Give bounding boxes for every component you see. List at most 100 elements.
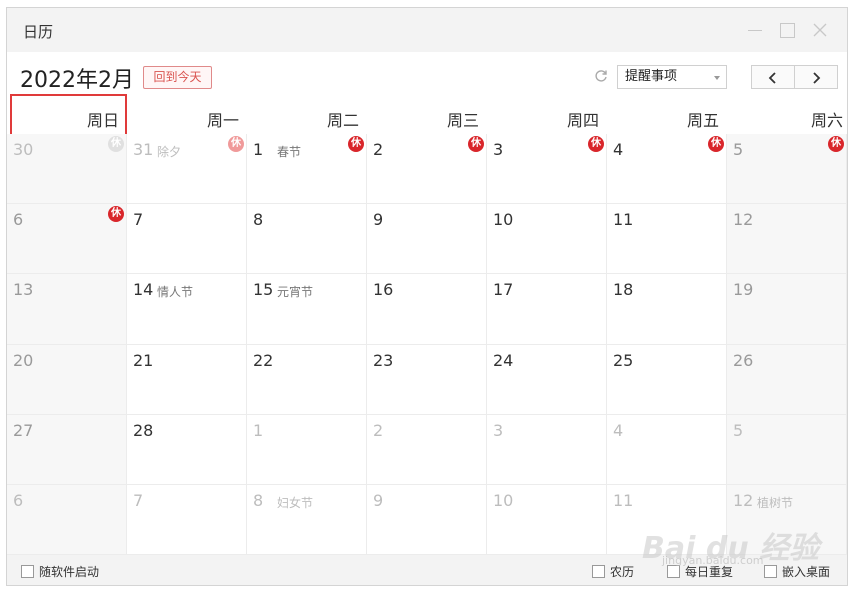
day-number: 7	[133, 210, 144, 229]
day-cell[interactable]: 18	[607, 274, 727, 345]
day-cell[interactable]: 4休	[607, 134, 727, 204]
toolbar: 2022年2月 回到今天 提醒事项	[7, 52, 847, 98]
day-cell[interactable]: 10	[487, 485, 607, 555]
festival-label: 情人节	[157, 285, 194, 299]
day-cell[interactable]: 1	[247, 415, 367, 485]
day-cell[interactable]: 27	[7, 415, 127, 485]
day-cell[interactable]: 6	[7, 485, 127, 555]
day-cell[interactable]: 25	[607, 345, 727, 415]
previous-month-button[interactable]	[751, 65, 795, 89]
day-number: 10	[493, 210, 514, 229]
day-cell[interactable]: 12	[727, 204, 847, 274]
day-number: 27	[13, 421, 34, 440]
day-number: 26	[733, 351, 754, 370]
day-cell[interactable]: 20	[7, 345, 127, 415]
back-to-today-button[interactable]: 回到今天	[143, 66, 212, 89]
lunar-checkbox[interactable]: 农历	[592, 563, 634, 580]
checkbox-box	[764, 565, 777, 578]
title-bar: 日历	[7, 8, 847, 52]
day-number: 4	[613, 421, 624, 440]
day-cell[interactable]: 9	[367, 204, 487, 274]
day-number: 5	[733, 140, 744, 159]
day-cell[interactable]: 15 元宵节	[247, 274, 367, 345]
day-number: 2	[373, 421, 384, 440]
holiday-badge: 休	[348, 136, 364, 152]
day-number: 30	[13, 140, 34, 159]
next-month-button[interactable]	[794, 65, 838, 89]
holiday-badge: 休	[828, 136, 844, 152]
checkbox-box	[21, 565, 34, 578]
day-cell[interactable]: 14 情人节	[127, 274, 247, 345]
day-number: 7	[133, 491, 144, 510]
day-number: 10	[493, 491, 514, 510]
weekday-label: 周二	[326, 111, 359, 130]
day-number: 28	[133, 421, 154, 440]
day-cell[interactable]: 24	[487, 345, 607, 415]
festival-label: 元宵节	[277, 285, 314, 299]
day-cell[interactable]: 13	[7, 274, 127, 345]
day-number: 13	[13, 280, 34, 299]
day-cell[interactable]: 23	[367, 345, 487, 415]
maximize-button[interactable]	[777, 20, 797, 40]
day-cell[interactable]: 2休	[367, 134, 487, 204]
weekday-label: 周六	[810, 111, 843, 130]
refresh-icon[interactable]	[592, 67, 610, 85]
day-cell[interactable]: 8 妇女节	[247, 485, 367, 555]
day-number: 2	[373, 140, 384, 159]
day-cell[interactable]: 7	[127, 485, 247, 555]
day-cell[interactable]: 3	[487, 415, 607, 485]
day-cell[interactable]: 26	[727, 345, 847, 415]
day-cell[interactable]: 4	[607, 415, 727, 485]
holiday-badge: 休	[468, 136, 484, 152]
day-number: 31	[133, 140, 154, 159]
day-number: 9	[373, 210, 384, 229]
day-number: 22	[253, 351, 274, 370]
reminder-select[interactable]: 提醒事项	[617, 65, 727, 89]
day-cell[interactable]: 28	[127, 415, 247, 485]
close-button[interactable]	[810, 20, 830, 40]
checkbox-box	[667, 565, 680, 578]
day-cell[interactable]: 6休	[7, 204, 127, 274]
day-cell[interactable]: 11	[607, 485, 727, 555]
day-number: 6	[13, 210, 24, 229]
window-title: 日历	[23, 23, 54, 41]
day-cell[interactable]: 5	[727, 415, 847, 485]
day-cell[interactable]: 12 植树节	[727, 485, 847, 555]
day-number: 3	[493, 140, 504, 159]
day-cell[interactable]: 11	[607, 204, 727, 274]
day-cell[interactable]: 17	[487, 274, 607, 345]
chevron-down-icon	[714, 76, 720, 80]
day-cell[interactable]: 3休	[487, 134, 607, 204]
daily-repeat-checkbox[interactable]: 每日重复	[667, 563, 733, 580]
checkbox-box	[592, 565, 605, 578]
day-cell[interactable]: 21	[127, 345, 247, 415]
day-cell[interactable]: 16	[367, 274, 487, 345]
day-cell[interactable]: 2	[367, 415, 487, 485]
day-cell[interactable]: 10	[487, 204, 607, 274]
day-cell[interactable]: 8	[247, 204, 367, 274]
minimize-button[interactable]	[745, 20, 765, 40]
day-number: 14	[133, 280, 154, 299]
day-number: 23	[373, 351, 394, 370]
lunar-label: 农历	[610, 565, 635, 579]
day-cell[interactable]: 5休	[727, 134, 847, 204]
day-number: 24	[493, 351, 514, 370]
day-cell[interactable]: 19	[727, 274, 847, 345]
day-number: 11	[613, 491, 634, 510]
day-number: 11	[613, 210, 634, 229]
holiday-badge: 休	[228, 136, 244, 152]
day-number: 1	[253, 140, 264, 159]
day-number: 8	[253, 491, 264, 510]
day-cell[interactable]: 9	[367, 485, 487, 555]
day-cell[interactable]: 7	[127, 204, 247, 274]
chevron-right-icon	[813, 72, 821, 84]
weekday-label: 周一	[206, 111, 239, 130]
weekday-label: 周五	[686, 111, 719, 130]
day-cell[interactable]: 1 春节 休	[247, 134, 367, 204]
follow-startup-checkbox[interactable]: 随软件启动	[21, 563, 99, 580]
day-number: 12	[733, 491, 754, 510]
day-cell[interactable]: 22	[247, 345, 367, 415]
day-cell[interactable]: 31 除夕 休	[127, 134, 247, 204]
embed-desktop-checkbox[interactable]: 嵌入桌面	[764, 563, 830, 580]
day-cell[interactable]: 30 休	[7, 134, 127, 204]
